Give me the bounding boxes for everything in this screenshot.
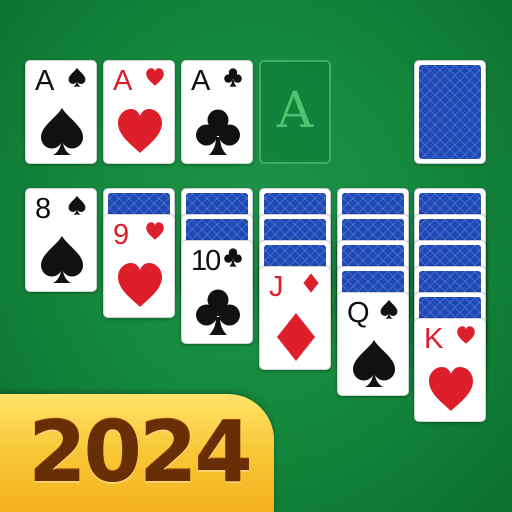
spade-corner-icon [68,195,86,215]
card-j-of-diamonds[interactable]: J [259,266,331,370]
card-10-of-clubs[interactable]: 10 [181,240,253,344]
card-9-of-hearts[interactable]: 9 [103,214,175,318]
card-8-of-spades[interactable]: 8 [25,188,97,292]
diamond-icon [301,273,321,293]
card-k-of-hearts[interactable]: K [414,318,486,422]
spade-center-icon [41,236,83,283]
diamond-icon [271,311,321,363]
club-center-icon [196,109,240,155]
card-rank: A [191,65,210,97]
card-rank: K [424,323,443,355]
heart-icon [456,325,476,345]
year-banner: 2024 [0,394,274,512]
club-icon [223,67,243,87]
card-rank: 10 [191,245,221,277]
club-icon [193,105,243,157]
heart-center-icon [118,109,162,153]
heart-icon [115,259,165,311]
card-back-pattern [419,65,481,159]
spade-icon [379,299,399,319]
spade-icon [67,67,87,87]
diamond-center-icon [277,313,315,361]
club-icon [193,285,243,337]
club-corner-icon [224,68,242,87]
spade-icon [67,195,87,215]
foundation-placeholder-label: A [276,81,314,139]
club-center-icon [196,289,240,335]
year-label: 2024 [28,403,253,501]
card-rank: Q [347,297,370,329]
heart-corner-icon [457,326,475,344]
card-rank: A [35,65,54,97]
heart-corner-icon [146,68,164,86]
card-a-of-hearts[interactable]: A [103,60,175,164]
club-icon [223,247,243,267]
heart-corner-icon [146,222,164,240]
spade-corner-icon [380,299,398,319]
heart-center-icon [429,367,473,411]
card-q-of-spades[interactable]: Q [337,292,409,396]
card-a-of-spades[interactable]: A [25,60,97,164]
spade-icon [349,337,399,389]
heart-icon [145,67,165,87]
card-a-of-clubs[interactable]: A [181,60,253,164]
spade-center-icon [353,340,395,387]
empty-foundation-slot[interactable]: A [259,60,331,164]
card-rank: J [269,271,283,303]
heart-icon [426,363,476,415]
stock-pile[interactable] [414,60,486,164]
spade-icon [37,233,87,285]
spade-icon [37,105,87,157]
diamond-corner-icon [303,273,319,293]
solitaire-table: A A A A 8 9 10 J Q K 2024 [0,0,512,512]
heart-icon [115,105,165,157]
card-rank: 9 [113,219,129,251]
card-rank: A [113,65,132,97]
card-rank: 8 [35,193,51,225]
heart-icon [145,221,165,241]
spade-center-icon [41,108,83,155]
heart-center-icon [118,263,162,307]
spade-corner-icon [68,67,86,87]
club-corner-icon [224,248,242,267]
